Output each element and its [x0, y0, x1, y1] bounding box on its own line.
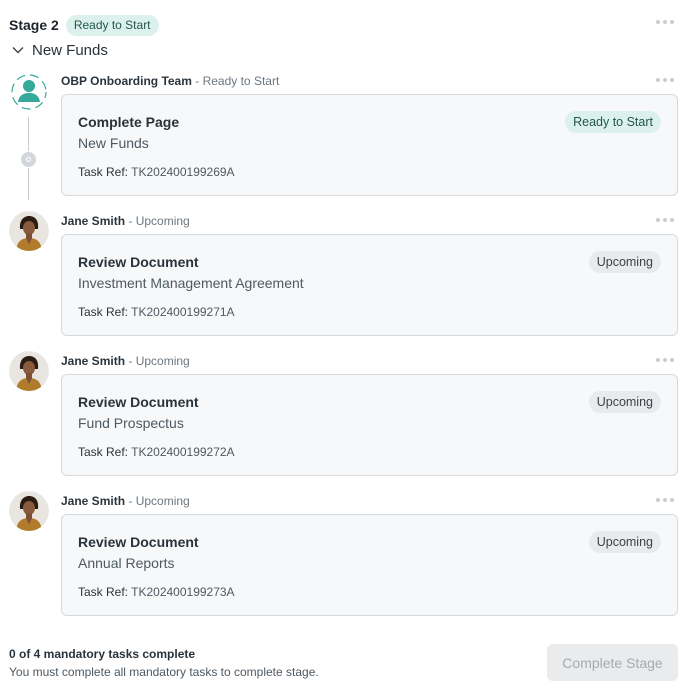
- avatar: [9, 211, 49, 251]
- task-card[interactable]: Review Document Investment Management Ag…: [61, 234, 678, 336]
- task-status-badge: Upcoming: [588, 391, 661, 413]
- task-subtitle: Fund Prospectus: [78, 415, 184, 431]
- group-toggle-new-funds[interactable]: New Funds: [12, 40, 108, 60]
- task-ref-label: Task Ref:: [78, 445, 129, 459]
- stage-header: Stage 2 Ready to Start: [9, 14, 159, 36]
- task-ref-label: Task Ref:: [78, 165, 129, 179]
- assignee-status: Upcoming: [135, 494, 190, 508]
- task-status-badge: Ready to Start: [565, 111, 661, 133]
- task-title: Review Document: [78, 534, 199, 550]
- task-assignee-line: OBP Onboarding Team - Ready to Start: [61, 74, 279, 88]
- timeline-connector: [28, 117, 29, 151]
- task-ref-label: Task Ref:: [78, 305, 129, 319]
- task-status-badge: Upcoming: [588, 251, 661, 273]
- task-assignee-line: Jane Smith - Upcoming: [61, 494, 190, 508]
- stage-status-badge: Ready to Start: [65, 14, 159, 36]
- user-photo-icon: [9, 211, 49, 251]
- task-more-icon[interactable]: [654, 214, 676, 226]
- task-status-badge: Upcoming: [588, 531, 661, 553]
- task-ref: Task Ref: TK202400199271A: [78, 305, 235, 319]
- task-ref: Task Ref: TK202400199273A: [78, 585, 235, 599]
- task-ref: Task Ref: TK202400199269A: [78, 165, 235, 179]
- team-icon: [9, 72, 49, 112]
- mandatory-progress: 0 of 4 mandatory tasks complete: [9, 647, 196, 661]
- task-assignee-line: Jane Smith - Upcoming: [61, 354, 190, 368]
- assignee-name: Jane Smith: [61, 494, 126, 508]
- assignee-status: Upcoming: [135, 354, 190, 368]
- task-more-icon[interactable]: [654, 494, 676, 506]
- meta-separator: -: [125, 354, 136, 368]
- chevron-down-icon: [12, 47, 24, 54]
- task-ref-value: TK202400199272A: [131, 445, 235, 459]
- task-ref-value: TK202400199271A: [131, 305, 235, 319]
- task-title: Review Document: [78, 254, 199, 270]
- stage-more-icon[interactable]: [654, 16, 676, 28]
- meta-separator: -: [125, 214, 136, 228]
- task-ref-value: TK202400199269A: [131, 165, 235, 179]
- mandatory-hint: You must complete all mandatory tasks to…: [9, 665, 319, 679]
- timeline-connector: [28, 168, 29, 200]
- meta-separator: -: [125, 494, 136, 508]
- meta-separator: -: [191, 74, 203, 88]
- task-ref-value: TK202400199273A: [131, 585, 235, 599]
- task-more-icon[interactable]: [654, 354, 676, 366]
- avatar: [9, 351, 49, 391]
- assignee-status: Ready to Start: [202, 74, 280, 88]
- assignee-name: Jane Smith: [61, 214, 126, 228]
- task-title: Review Document: [78, 394, 199, 410]
- assignee-name: Jane Smith: [61, 354, 126, 368]
- task-ref: Task Ref: TK202400199272A: [78, 445, 235, 459]
- user-photo-icon: [9, 351, 49, 391]
- task-subtitle: Investment Management Agreement: [78, 275, 304, 291]
- group-label: New Funds: [32, 41, 108, 59]
- timeline-node-icon: [21, 152, 36, 167]
- task-title: Complete Page: [78, 114, 180, 130]
- stage-title: Stage 2: [9, 17, 59, 33]
- complete-stage-button[interactable]: Complete Stage: [547, 644, 678, 681]
- task-subtitle: Annual Reports: [78, 555, 175, 571]
- task-ref-label: Task Ref:: [78, 585, 129, 599]
- task-more-icon[interactable]: [654, 74, 676, 86]
- task-assignee-line: Jane Smith - Upcoming: [61, 214, 190, 228]
- assignee-name: OBP Onboarding Team: [61, 74, 192, 88]
- assignee-status: Upcoming: [135, 214, 190, 228]
- task-card[interactable]: Review Document Annual Reports Task Ref:…: [61, 514, 678, 616]
- avatar: [9, 491, 49, 531]
- task-subtitle: New Funds: [78, 135, 149, 151]
- task-card[interactable]: Review Document Fund Prospectus Task Ref…: [61, 374, 678, 476]
- user-photo-icon: [9, 491, 49, 531]
- task-card[interactable]: Complete Page New Funds Task Ref: TK2024…: [61, 94, 678, 196]
